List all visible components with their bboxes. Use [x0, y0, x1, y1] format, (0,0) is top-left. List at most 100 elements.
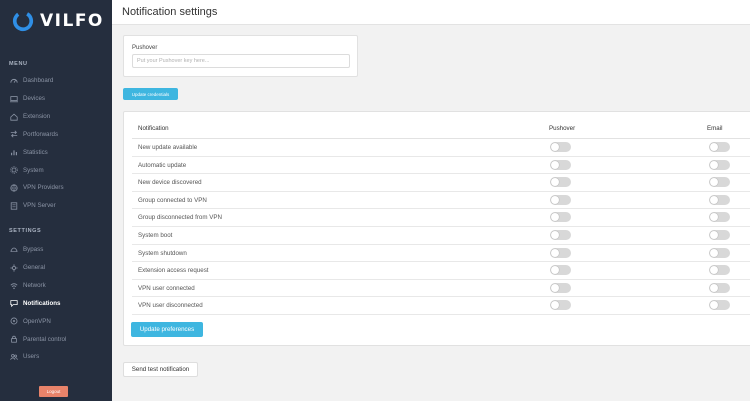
toggle-knob [551, 178, 559, 187]
sidebar-item-label: Parental control [23, 335, 67, 343]
send-test-notification-button[interactable]: Send test notification [123, 362, 198, 377]
page-title: Notification settings [122, 6, 218, 18]
notification-label: Group disconnected from VPN [138, 214, 222, 222]
vpn-providers-icon [9, 183, 18, 192]
sidebar-item-vpn-providers[interactable]: VPN Providers [0, 179, 112, 197]
brand-name: VILFO [40, 11, 104, 31]
table-row: Extension access request [132, 262, 750, 280]
pushover-toggle[interactable] [550, 282, 571, 293]
general-icon [9, 263, 18, 272]
pushover-toggle[interactable] [550, 159, 571, 170]
sidebar: VILFO MENU Dashboard Devices Extension P… [0, 0, 112, 401]
sidebar-item-general[interactable]: General [0, 259, 112, 277]
bypass-icon [9, 245, 18, 254]
sidebar-item-label: VPN Providers [23, 184, 64, 192]
pushover-label: Pushover [132, 45, 158, 51]
vpn-server-icon [9, 201, 18, 210]
email-toggle[interactable] [709, 247, 730, 258]
sidebar-item-extension[interactable]: Extension [0, 108, 112, 126]
toggle-knob [551, 213, 559, 222]
toggle-knob [551, 143, 559, 151]
toggle-knob [710, 248, 718, 257]
openvpn-icon [9, 317, 18, 326]
sidebar-item-network[interactable]: Network [0, 277, 112, 295]
email-toggle[interactable] [709, 159, 730, 170]
email-toggle[interactable] [709, 142, 730, 152]
email-toggle[interactable] [709, 177, 730, 188]
table-row: New update available [132, 139, 750, 157]
pushover-toggle[interactable] [550, 300, 571, 311]
sidebar-item-label: System [23, 166, 44, 174]
sidebar-item-vpn-server[interactable]: VPN Server [0, 197, 112, 215]
sidebar-item-statistics[interactable]: Statistics [0, 143, 112, 161]
email-toggle[interactable] [709, 229, 730, 240]
sidebar-item-label: Devices [23, 95, 46, 103]
pushover-toggle[interactable] [550, 142, 571, 152]
pushover-key-input[interactable] [132, 54, 350, 68]
table-row: Group connected to VPN [132, 192, 750, 210]
toggle-knob [551, 283, 559, 292]
sidebar-item-label: OpenVPN [23, 317, 51, 325]
toggle-knob [551, 160, 559, 169]
sidebar-item-bypass[interactable]: Bypass [0, 241, 112, 259]
sidebar-item-label: Users [23, 353, 40, 361]
notification-label: System boot [138, 231, 173, 239]
toggle-knob [551, 301, 559, 310]
brand[interactable]: VILFO [12, 9, 104, 33]
notification-label: Extension access request [138, 267, 209, 275]
pushover-toggle[interactable] [550, 229, 571, 240]
pushover-toggle[interactable] [550, 177, 571, 188]
sidebar-item-system[interactable]: System [0, 161, 112, 179]
portforwards-icon [9, 130, 18, 139]
sidebar-item-openvpn[interactable]: OpenVPN [0, 312, 112, 330]
logout-button[interactable]: Logout [39, 386, 68, 397]
notifications-icon [9, 299, 18, 308]
extension-icon [9, 112, 18, 121]
email-toggle[interactable] [709, 300, 730, 311]
email-toggle[interactable] [709, 194, 730, 205]
topbar: Notification settings [112, 0, 750, 25]
notification-label: New update available [138, 144, 198, 151]
email-toggle[interactable] [709, 212, 730, 223]
devices-icon [9, 94, 18, 103]
table-row: VPN user connected [132, 280, 750, 298]
settings-section-label: SETTINGS [9, 228, 42, 234]
update-preferences-button[interactable]: Update preferences [131, 322, 203, 337]
toggle-knob [710, 230, 718, 239]
email-toggle[interactable] [709, 265, 730, 276]
notification-label: Automatic update [138, 161, 187, 169]
sidebar-item-users[interactable]: Users [0, 348, 112, 366]
toggle-knob [710, 213, 718, 222]
pushover-card: Pushover [123, 35, 358, 77]
sidebar-item-parental-control[interactable]: Parental control [0, 330, 112, 348]
system-icon [9, 166, 18, 175]
pushover-toggle[interactable] [550, 194, 571, 205]
notification-label: VPN user connected [138, 284, 195, 292]
notification-label: System shutdown [138, 249, 187, 257]
sidebar-item-devices[interactable]: Devices [0, 90, 112, 108]
update-credentials-button[interactable]: Update credentials [123, 88, 178, 100]
notification-label: New device discovered [138, 179, 202, 187]
sidebar-item-label: Bypass [23, 246, 44, 254]
toggle-knob [551, 230, 559, 239]
email-toggle[interactable] [709, 282, 730, 293]
sidebar-item-dashboard[interactable]: Dashboard [0, 72, 112, 90]
users-icon [9, 352, 18, 361]
pushover-toggle[interactable] [550, 247, 571, 258]
pushover-toggle[interactable] [550, 265, 571, 276]
settings-nav: Bypass General Network Notifications Ope… [0, 241, 112, 366]
toggle-knob [551, 195, 559, 204]
menu-section-label: MENU [9, 61, 28, 67]
notification-column-header: Notification [138, 125, 169, 132]
sidebar-item-notifications[interactable]: Notifications [0, 295, 112, 313]
menu-nav: Dashboard Devices Extension Portforwards… [0, 72, 112, 215]
pushover-column-header: Pushover [549, 125, 576, 132]
table-row: New device discovered [132, 174, 750, 192]
toggle-knob [710, 178, 718, 187]
table-row: Automatic update [132, 157, 750, 175]
sidebar-item-portforwards[interactable]: Portforwards [0, 126, 112, 144]
pushover-toggle[interactable] [550, 212, 571, 223]
table-row: System shutdown [132, 245, 750, 263]
toggle-knob [710, 160, 718, 169]
sidebar-item-label: General [23, 264, 46, 272]
